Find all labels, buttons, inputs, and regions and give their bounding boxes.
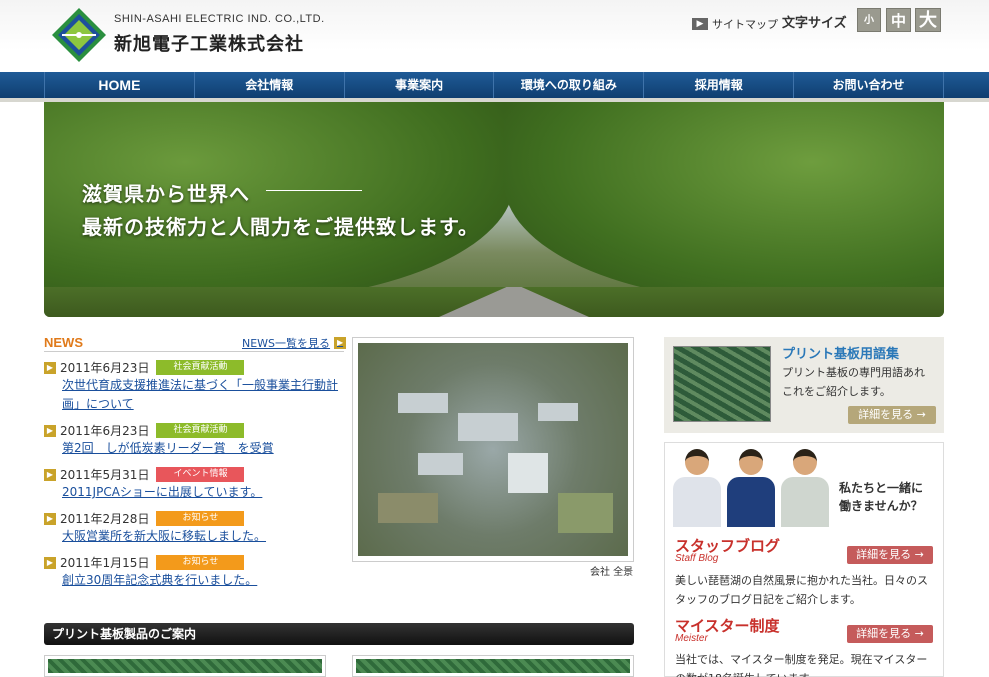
recruit-question-line1: 私たちと一緒に bbox=[839, 481, 924, 495]
news-link[interactable]: 次世代育成支援推進法に基づく「一般事業主行動計画」について bbox=[62, 376, 344, 414]
news-date: 2011年1月15日 bbox=[60, 556, 150, 570]
pcb-image bbox=[673, 346, 771, 422]
nav-contact[interactable]: お問い合わせ bbox=[794, 72, 944, 98]
arrow-right-icon: ▶ bbox=[334, 337, 347, 349]
news-category-badge: 社会貢献活動 bbox=[156, 423, 245, 438]
recruit-question-line2: 働きませんか？ bbox=[839, 499, 923, 513]
nav-environment[interactable]: 環境への取り組み bbox=[494, 72, 645, 98]
news-category-badge: 社会貢献活動 bbox=[156, 360, 245, 375]
fontsize-medium-button[interactable]: 中 bbox=[886, 8, 911, 32]
news-link[interactable]: 創立30周年記念式典を行いました。 bbox=[62, 571, 344, 590]
news-link[interactable]: 第2回 しが低炭素リーダー賞 を受賞 bbox=[62, 439, 344, 458]
hero-heading: 滋賀県から世界へ bbox=[82, 182, 250, 206]
staff-person bbox=[781, 449, 829, 527]
arrow-right-icon: ▶ bbox=[44, 556, 56, 569]
glossary-box: プリント基板用語集 プリント基板の専門用語あれこれをご紹介します。 詳細を見る … bbox=[664, 337, 944, 433]
fontsize-small-button[interactable]: 小 bbox=[857, 8, 881, 32]
meister-subtitle: Meister bbox=[675, 633, 708, 644]
news-more-label: NEWS一覧を見る bbox=[242, 337, 331, 350]
nav-home[interactable]: HOME bbox=[44, 72, 195, 98]
staff-blog-button-label: 詳細を見る bbox=[856, 548, 912, 561]
news-title: NEWS bbox=[44, 335, 83, 350]
company-logo[interactable] bbox=[52, 8, 106, 62]
nav-company[interactable]: 会社情報 bbox=[195, 72, 345, 98]
recruit-box: 私たちと一緒に 働きませんか？ スタッフブログ Staff Blog 詳細を見る… bbox=[664, 442, 944, 677]
news-date: 2011年6月23日 bbox=[60, 424, 150, 438]
staff-blog-detail-button[interactable]: 詳細を見る → bbox=[847, 546, 933, 564]
nav-recruit[interactable]: 採用情報 bbox=[644, 72, 795, 98]
meister-detail-button[interactable]: 詳細を見る → bbox=[847, 625, 933, 643]
meister-text: 当社では、マイスター制度を発足。現在マイスターの数が18名誕生しています。 bbox=[675, 653, 928, 677]
arrow-right-icon: ▶ bbox=[44, 512, 56, 525]
glossary-detail-button[interactable]: 詳細を見る → bbox=[848, 406, 936, 424]
staff-person bbox=[673, 449, 721, 527]
news-date: 2011年2月28日 bbox=[60, 512, 150, 526]
news-more-link[interactable]: NEWS一覧を見る ▶ bbox=[242, 335, 347, 351]
news-category-badge: お知らせ bbox=[156, 511, 245, 526]
arrow-right-icon: ▶ bbox=[44, 361, 56, 374]
news-category-badge: イベント情報 bbox=[156, 467, 245, 482]
fontsize-large-button[interactable]: 大 bbox=[915, 8, 941, 32]
news-list: ▶ 2011年6月23日 社会貢献活動 次世代育成支援推進法に基づく「一般事業主… bbox=[44, 359, 344, 598]
news-divider bbox=[44, 351, 344, 352]
product-image[interactable] bbox=[44, 655, 326, 677]
global-nav: HOME 会社情報 事業案内 環境への取り組み 採用情報 お問い合わせ bbox=[0, 72, 989, 98]
company-name-en: SHIN-ASAHI ELECTRIC IND. CO.,LTD. bbox=[114, 13, 325, 25]
product-image[interactable] bbox=[352, 655, 634, 677]
sitemap-label: サイトマップ bbox=[712, 18, 778, 31]
glossary-text: プリント基板の専門用語あれこれをご紹介します。 bbox=[782, 366, 925, 398]
news-link[interactable]: 2011JPCAショーに出展しています。 bbox=[62, 483, 344, 502]
staff-blog-text: 美しい琵琶湖の自然風景に抱かれた当社。日々のスタッフのブログ日記をご紹介します。 bbox=[675, 574, 928, 606]
news-category-badge: お知らせ bbox=[156, 555, 245, 570]
glossary-title[interactable]: プリント基板用語集 bbox=[782, 343, 899, 362]
news-item: ▶ 2011年2月28日 お知らせ 大阪営業所を新大阪に移転しました。 bbox=[44, 510, 344, 546]
meister-button-label: 詳細を見る bbox=[856, 627, 912, 640]
company-photo-frame bbox=[352, 337, 634, 562]
glossary-button-label: 詳細を見る bbox=[858, 408, 914, 421]
news-item: ▶ 2011年5月31日 イベント情報 2011JPCAショーに出展しています。 bbox=[44, 466, 344, 502]
news-item: ▶ 2011年6月23日 社会貢献活動 次世代育成支援推進法に基づく「一般事業主… bbox=[44, 359, 344, 414]
nav-business[interactable]: 事業案内 bbox=[345, 72, 495, 98]
news-date: 2011年5月31日 bbox=[60, 468, 150, 482]
staff-photo bbox=[665, 443, 835, 533]
hero-subheading: 最新の技術力と人間力をご提供致します。 bbox=[82, 215, 479, 239]
site-header: SHIN-ASAHI ELECTRIC IND. CO.,LTD. 新旭電子工業… bbox=[0, 0, 989, 72]
hero-banner: 滋賀県から世界へ 最新の技術力と人間力をご提供致します。 bbox=[44, 102, 944, 317]
arrow-right-icon: ▶ bbox=[692, 18, 708, 30]
staff-person bbox=[727, 449, 775, 527]
fontsize-label: 文字サイズ bbox=[782, 16, 847, 31]
staff-blog-subtitle: Staff Blog bbox=[675, 553, 719, 564]
news-date: 2011年6月23日 bbox=[60, 361, 150, 375]
arrow-right-icon: ▶ bbox=[44, 424, 56, 437]
news-link[interactable]: 大阪営業所を新大阪に移転しました。 bbox=[62, 527, 344, 546]
company-name-jp: 新旭電子工業株式会社 bbox=[114, 34, 304, 55]
arrow-right-icon: ▶ bbox=[44, 468, 56, 481]
company-aerial-photo bbox=[358, 343, 628, 556]
hero-rule bbox=[266, 190, 362, 191]
sitemap-link[interactable]: ▶ サイトマップ bbox=[692, 16, 778, 32]
photo-caption: 会社 全景 bbox=[590, 567, 634, 578]
news-item: ▶ 2011年6月23日 社会貢献活動 第2回 しが低炭素リーダー賞 を受賞 bbox=[44, 422, 344, 458]
news-item: ▶ 2011年1月15日 お知らせ 創立30周年記念式典を行いました。 bbox=[44, 554, 344, 590]
products-heading: プリント基板製品のご案内 bbox=[44, 623, 634, 645]
